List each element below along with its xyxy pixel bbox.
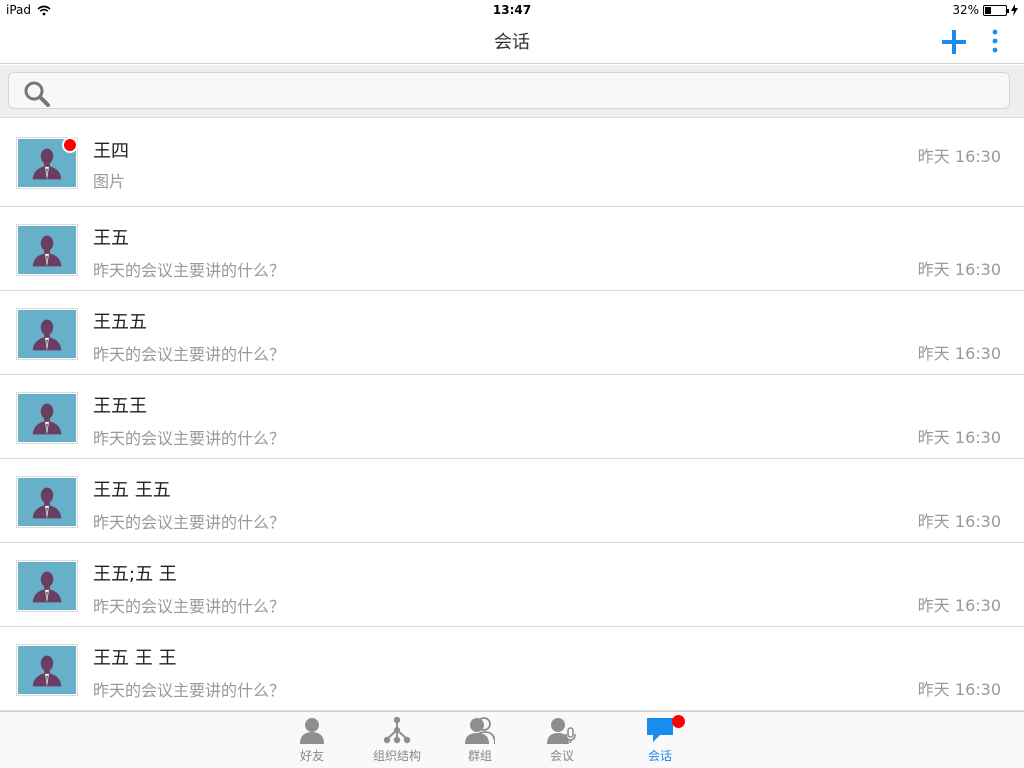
tab-label: 群组	[467, 749, 492, 763]
conversation-row[interactable]: 王五昨天的会议主要讲的什么？ 昨天 16:30	[0, 207, 1024, 291]
tab-label: 会议	[549, 749, 574, 763]
unread-dot	[62, 137, 78, 153]
user-avatar-icon	[18, 562, 76, 610]
search-bar	[0, 65, 1024, 118]
status-time: 13:47	[492, 3, 532, 17]
message-time: 昨天 16:30	[917, 512, 1001, 531]
contact-name: 王五;五 王	[93, 564, 177, 585]
org-structure-icon	[383, 716, 411, 744]
message-preview: 昨天的会议主要讲的什么？	[93, 513, 286, 532]
avatar	[16, 476, 78, 528]
avatar	[16, 644, 78, 696]
user-avatar-icon	[18, 226, 76, 274]
app-window: iPad 13:47 32% 会话 王四 图片 昨天 16:30 王五 昨天的会…	[0, 0, 1024, 768]
status-right: 32%	[952, 3, 1018, 17]
message-time: 昨天 16:30	[917, 680, 1001, 699]
user-avatar-icon	[18, 310, 76, 358]
avatar	[16, 224, 78, 276]
avatar	[16, 308, 78, 360]
avatar	[16, 392, 78, 444]
search-icon	[24, 81, 50, 107]
conversation-row[interactable]: 王五;五 王昨天的会议主要讲的什么？ 昨天 16:30	[0, 543, 1024, 627]
message-preview: 昨天的会议主要讲的什么？	[93, 261, 286, 280]
battery-percent: 32%	[952, 3, 979, 17]
message-preview: 昨天的会议主要讲的什么？	[93, 597, 286, 616]
tab-friends[interactable]: 好友	[277, 716, 347, 766]
message-preview: 昨天的会议主要讲的什么？	[93, 429, 286, 448]
conversation-row[interactable]: 王五五昨天的会议主要讲的什么？ 昨天 16:30	[0, 291, 1024, 375]
user-avatar-icon	[18, 646, 76, 694]
conversation-list: 王四 图片 昨天 16:30 王五 昨天的会议主要讲的什么？ 昨天 16:30 王五五 昨天的…	[0, 120, 1024, 711]
unread-badge	[672, 715, 685, 728]
tab-conversations[interactable]: 会话	[625, 715, 695, 766]
battery-fill	[985, 6, 992, 14]
tab-label: 组织结构	[372, 749, 421, 763]
status-bar: iPad 13:47 32%	[0, 0, 1024, 20]
conversation-row[interactable]: 王五王昨天的会议主要讲的什么？ 昨天 16:30	[0, 375, 1024, 459]
conversation-row[interactable]: 王五 王 王昨天的会议主要讲的什么？ 昨天 16:30	[0, 627, 1024, 711]
contact-name: 王五王	[93, 396, 147, 417]
person-icon	[300, 718, 324, 744]
message-time: 昨天 16:30	[917, 147, 1001, 166]
group-icon	[465, 717, 495, 744]
charging-icon	[1011, 4, 1018, 16]
avatar	[16, 560, 78, 612]
message-preview: 图片	[93, 172, 126, 191]
nav-bar: 会话	[0, 20, 1024, 64]
user-avatar-icon	[18, 394, 76, 442]
meeting-icon	[547, 718, 576, 744]
battery-icon	[983, 4, 1009, 16]
conversation-row[interactable]: 王四图片 昨天 16:30	[0, 120, 1024, 207]
contact-name: 王四	[93, 141, 129, 162]
contact-name: 王五五	[93, 312, 147, 333]
message-preview: 昨天的会议主要讲的什么？	[93, 681, 286, 700]
conversation-row[interactable]: 王五 王五昨天的会议主要讲的什么？ 昨天 16:30	[0, 459, 1024, 543]
tab-meetings[interactable]: 会议	[527, 716, 597, 766]
message-time: 昨天 16:30	[917, 428, 1001, 447]
more-vertical-icon	[992, 29, 998, 35]
add-button[interactable]	[940, 28, 968, 56]
message-preview: 昨天的会议主要讲的什么？	[93, 345, 286, 364]
tab-bar: 好友 组织结构 群组 会议 会话	[0, 711, 1024, 768]
message-time: 昨天 16:30	[917, 344, 1001, 363]
contact-name: 王五 王 王	[93, 648, 177, 669]
page-title: 会话	[494, 32, 530, 53]
contact-name: 王五 王五	[93, 480, 171, 501]
tab-label: 会话	[647, 749, 672, 763]
search-input[interactable]	[8, 72, 1010, 109]
user-avatar-icon	[18, 478, 76, 526]
tab-groups[interactable]: 群组	[445, 716, 515, 766]
contact-name: 王五	[93, 228, 129, 249]
message-time: 昨天 16:30	[917, 596, 1001, 615]
tab-org-structure[interactable]: 组织结构	[362, 716, 432, 766]
chat-bubble-icon	[647, 718, 673, 742]
tab-label: 好友	[299, 749, 324, 763]
message-time: 昨天 16:30	[917, 260, 1001, 279]
more-options-button[interactable]	[988, 28, 1002, 56]
